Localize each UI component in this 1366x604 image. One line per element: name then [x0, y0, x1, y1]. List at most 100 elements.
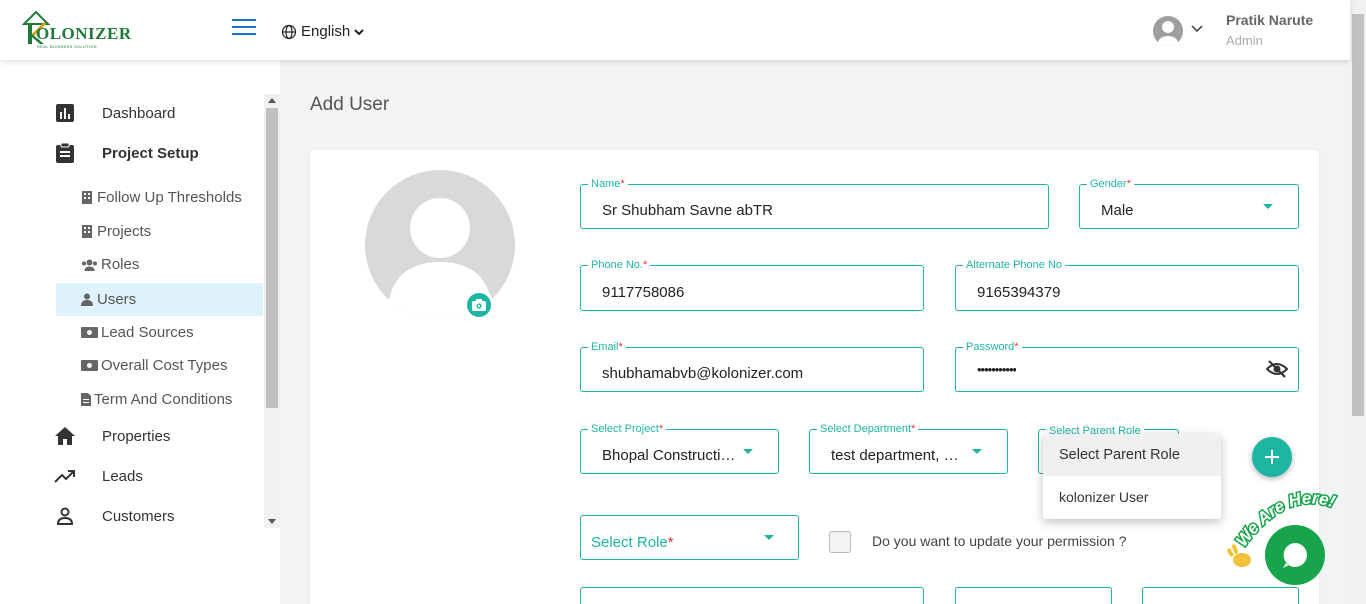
- sidebar-item-follow-up-thresholds[interactable]: Follow Up Thresholds: [56, 181, 263, 214]
- name-field[interactable]: Name* Sr Shubham Savne abTR: [580, 177, 1049, 229]
- trending-up-icon: [54, 465, 76, 487]
- language-label: English: [301, 23, 351, 40]
- building-icon: [80, 225, 94, 239]
- money-icon: [80, 359, 98, 373]
- language-selector[interactable]: English: [281, 23, 364, 40]
- dropdown-option[interactable]: kolonizer User: [1043, 476, 1221, 518]
- department-select[interactable]: Select Department* test department, mark…: [809, 422, 1008, 474]
- page-scrollbar[interactable]: [1350, 0, 1366, 604]
- top-bar: OLONIZER REAL BUSINESS SOLUTION English …: [0, 0, 1350, 60]
- alternate-phone-field[interactable]: Alternate Phone No 9165394379: [955, 258, 1299, 311]
- phone-label: Phone No.*: [588, 258, 651, 272]
- user-name: Pratik Narute: [1226, 12, 1314, 28]
- email-field[interactable]: Email* shubhamabvb@kolonizer.com: [580, 340, 924, 392]
- sidebar-subitem-label: Overall Cost Types: [101, 357, 228, 374]
- next-row-field[interactable]: [580, 587, 924, 604]
- password-label: Password*: [963, 340, 1022, 354]
- project-label: Select Project*: [588, 422, 667, 436]
- sidebar-item-label: Leads: [102, 467, 143, 485]
- next-row-field[interactable]: [1142, 587, 1299, 604]
- scroll-down-arrow-icon[interactable]: [268, 519, 276, 524]
- phone-field[interactable]: Phone No.* 9117758086: [580, 258, 924, 311]
- gender-value: Male: [1101, 202, 1134, 219]
- chat-button[interactable]: [1265, 525, 1325, 585]
- users-icon: [80, 258, 98, 272]
- scrollbar-thumb[interactable]: [266, 108, 278, 408]
- sidebar-scrollbar[interactable]: [264, 94, 280, 528]
- email-value: shubhamabvb@kolonizer.com: [602, 365, 804, 382]
- sidebar-subitem-label: Follow Up Thresholds: [97, 189, 242, 206]
- sidebar-item-overall-cost-types[interactable]: Overall Cost Types: [56, 349, 263, 382]
- user-role: Admin: [1226, 33, 1263, 48]
- user-avatar[interactable]: [1153, 16, 1183, 46]
- sidebar-item-project-setup[interactable]: Project Setup: [54, 142, 199, 164]
- role-select[interactable]: Select Role*: [580, 515, 799, 560]
- logo-subtitle: REAL BUSINESS SOLUTION: [37, 44, 97, 49]
- password-value: •••••••••••: [977, 362, 1017, 377]
- alternate-phone-value: 9165394379: [977, 284, 1061, 301]
- sidebar-item-roles[interactable]: Roles: [56, 248, 263, 281]
- sidebar-subitem-label: Term And Conditions: [94, 391, 233, 408]
- plus-icon: [1265, 450, 1279, 464]
- dropdown-caret-icon: [743, 449, 753, 454]
- department-value: test department, marketing: [831, 447, 969, 464]
- kolonizer-logo[interactable]: OLONIZER REAL BUSINESS SOLUTION: [22, 10, 131, 49]
- chevron-down-icon: [354, 28, 364, 35]
- sidebar-item-users[interactable]: Users: [56, 283, 263, 316]
- role-placeholder: Select Role*: [591, 534, 674, 551]
- sidebar-item-label: Properties: [102, 427, 171, 445]
- parent-role-dropdown: Select Parent Role kolonizer User: [1043, 434, 1221, 519]
- building-icon: [80, 191, 94, 205]
- sidebar-subitem-label: Roles: [101, 256, 140, 273]
- email-label: Email*: [588, 340, 626, 354]
- scroll-up-arrow-icon[interactable]: [268, 98, 276, 103]
- sidebar-item-label: Project Setup: [102, 144, 199, 162]
- sidebar-item-label: Dashboard: [102, 104, 176, 122]
- sidebar-item-properties[interactable]: Properties: [54, 425, 170, 447]
- person-icon: [54, 505, 76, 527]
- project-select[interactable]: Select Project* Bhopal Construction, Bho…: [580, 422, 779, 474]
- sidebar-item-label: Customers: [102, 507, 175, 525]
- name-label: Name*: [588, 177, 628, 191]
- sidebar-subitem-label: Lead Sources: [101, 324, 194, 341]
- department-label: Select Department*: [817, 422, 919, 436]
- sidebar-item-leads[interactable]: Leads: [54, 465, 143, 487]
- dropdown-option[interactable]: Select Parent Role: [1043, 434, 1221, 476]
- sidebar-subitem-label: Users: [97, 291, 137, 308]
- visibility-off-icon[interactable]: [1265, 360, 1289, 383]
- page-title: Add User: [310, 94, 390, 115]
- scrollbar-thumb[interactable]: [1352, 14, 1364, 416]
- chevron-down-icon[interactable]: [1190, 22, 1204, 36]
- sidebar-item-lead-sources[interactable]: Lead Sources: [56, 316, 263, 349]
- update-permission-label: Do you want to update your permission ?: [872, 533, 1127, 549]
- password-field[interactable]: Password* •••••••••••: [955, 340, 1299, 392]
- dropdown-caret-icon: [1263, 204, 1273, 209]
- bar-chart-icon: [54, 102, 76, 124]
- update-permission-checkbox[interactable]: [829, 531, 851, 553]
- project-value: Bhopal Construction, Bhopal: [602, 447, 740, 464]
- chat-bubble-icon: [1283, 543, 1307, 568]
- sidebar-item-dashboard[interactable]: Dashboard: [54, 102, 175, 124]
- dropdown-caret-icon: [764, 535, 774, 540]
- logo-text: OLONIZER: [36, 24, 132, 43]
- add-button[interactable]: [1252, 437, 1292, 477]
- sidebar-subitem-label: Projects: [97, 223, 152, 240]
- money-icon: [80, 326, 98, 340]
- sidebar-item-projects[interactable]: Projects: [56, 215, 263, 248]
- upload-photo-button[interactable]: [464, 290, 494, 320]
- phone-value: 9117758086: [602, 284, 685, 301]
- gender-select[interactable]: Gender* Male: [1079, 177, 1299, 229]
- menu-toggle-icon[interactable]: [232, 19, 256, 35]
- name-value: Sr Shubham Savne abTR: [602, 202, 773, 219]
- camera-icon: [472, 299, 486, 311]
- sidebar-item-customers[interactable]: Customers: [54, 505, 175, 527]
- file-icon: [80, 393, 91, 407]
- dropdown-caret-icon: [972, 449, 982, 454]
- user-tie-icon: [80, 293, 94, 307]
- sidebar-item-term-and-conditions[interactable]: Term And Conditions: [56, 383, 263, 416]
- globe-icon: [281, 24, 297, 39]
- clipboard-icon: [54, 142, 76, 164]
- home-icon: [54, 425, 76, 447]
- gender-label: Gender*: [1087, 177, 1134, 191]
- next-row-field[interactable]: [955, 587, 1112, 604]
